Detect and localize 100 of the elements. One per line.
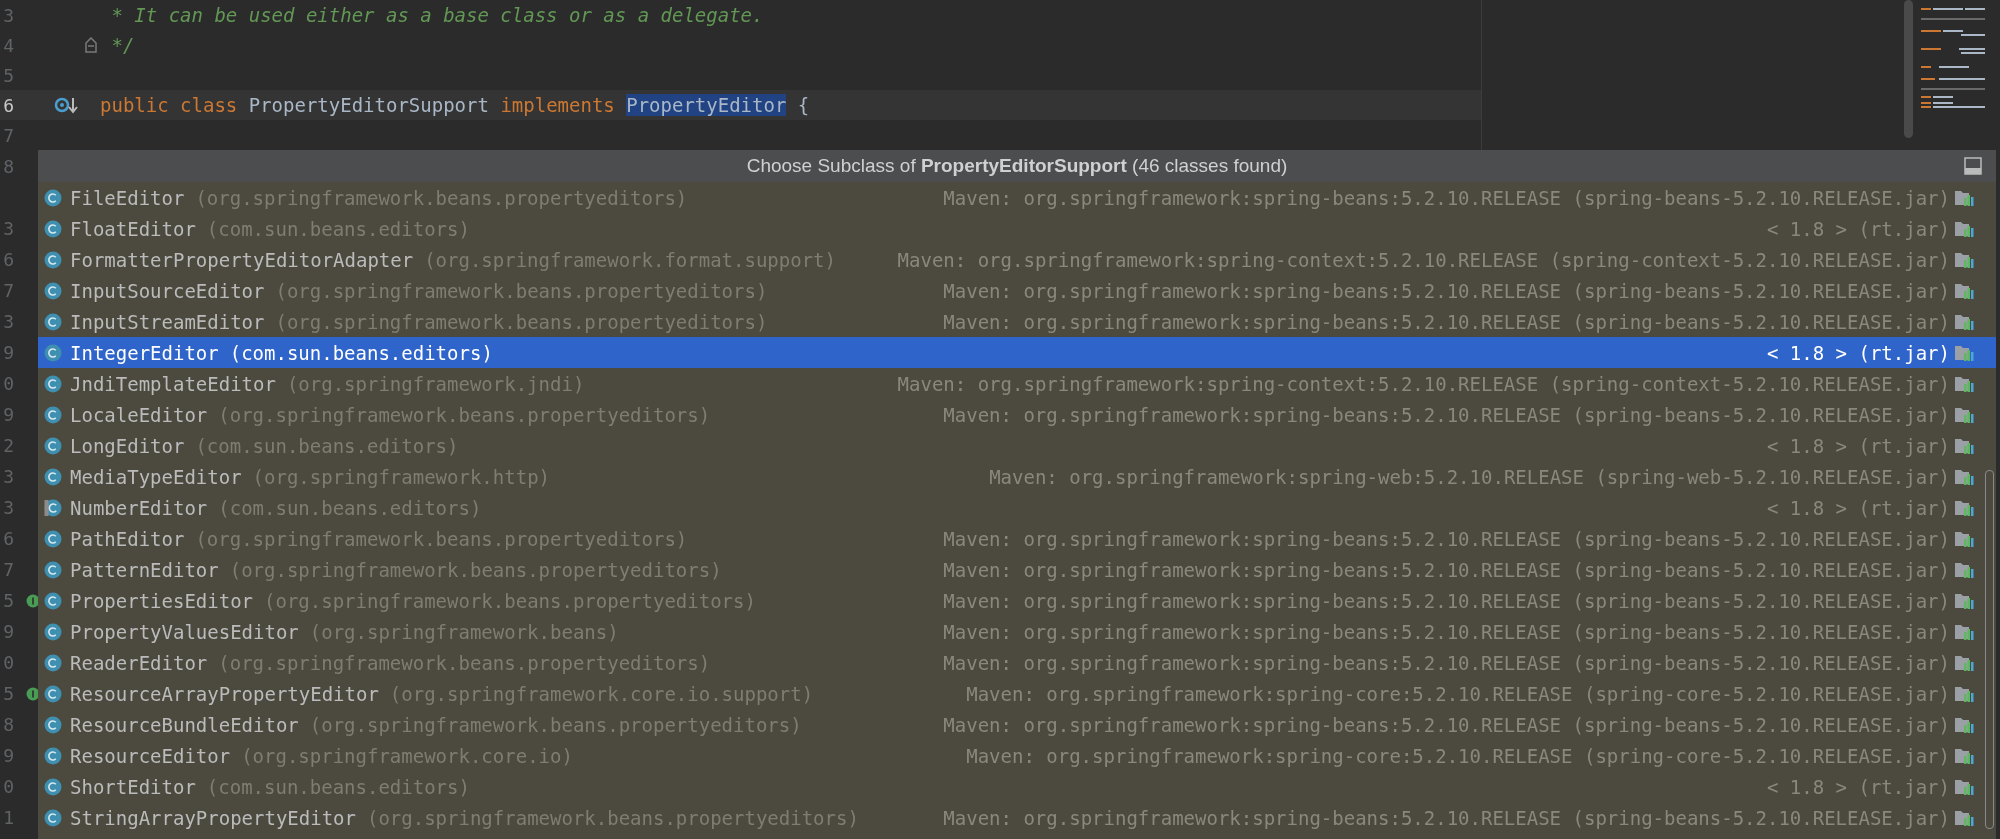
line-number: 3 [2,4,14,26]
class-icon [44,560,62,579]
library-location: Maven: org.springframework:spring-beans:5.2.10.RELEASE (spring-beans-5.2.10.RELEASE.jar) [942,186,1950,209]
circle-arrow-icon[interactable] [54,95,80,115]
class-name: ResourceEditor [70,744,231,767]
library-icon [1954,436,1974,455]
line-number: 6 [3,249,14,270]
line-number: 2 [3,435,14,456]
class-name: LocaleEditor [70,403,208,426]
library-location: Maven: org.springframework:spring-core:5.2.10.RELEASE (spring-core-5.2.10.RELEASE.jar) [965,744,1950,767]
class-icon [44,219,62,238]
library-icon [1954,374,1974,393]
class-icon [44,405,62,424]
class-name: JndiTemplateEditor [70,372,276,395]
library-location: < 1.8 > (rt.jar) [1765,434,1950,457]
class-icon [44,622,62,641]
line-number: 6 [2,94,14,116]
library-icon [1954,591,1974,610]
class-name: PropertyValuesEditor [70,620,299,643]
library-icon [1954,467,1974,486]
scrollbar-thumb[interactable] [1985,470,1994,829]
line-number: 0 [3,373,14,394]
library-location: < 1.8 > (rt.jar) [1765,775,1950,798]
library-location: < 1.8 > (rt.jar) [1765,496,1950,519]
library-icon [1954,746,1974,765]
line-number: 7 [2,124,14,146]
library-location: Maven: org.springframework:spring-context:5.2.10.RELEASE (spring-context-5.2.10.RELEASE.jar) [896,372,1950,395]
library-icon [1954,250,1974,269]
line-number: 9 [3,342,14,363]
library-location: Maven: org.springframework:spring-beans:5.2.10.RELEASE (spring-beans-5.2.10.RELEASE.jar) [942,806,1950,829]
window-icon[interactable] [1964,157,1982,175]
library-location: Maven: org.springframework:spring-context:5.2.10.RELEASE (spring-context-5.2.10.RELEASE.jar) [896,248,1950,271]
class-name: ShortEditor [70,775,196,798]
line-number: 9 [3,404,14,425]
library-icon [1954,405,1974,424]
library-icon [1954,219,1974,238]
scrollbar-thumb[interactable] [1904,0,1913,138]
class-name: InputSourceEditor [70,279,265,302]
library-icon [1954,653,1974,672]
library-icon [1954,188,1974,207]
library-location: Maven: org.springframework:spring-beans:5.2.10.RELEASE (spring-beans-5.2.10.RELEASE.jar) [942,279,1950,302]
fold-icon[interactable] [85,37,97,53]
library-location: Maven: org.springframework:spring-beans:5.2.10.RELEASE (spring-beans-5.2.10.RELEASE.jar) [942,589,1950,612]
library-location: Maven: org.springframework:spring-beans:5.2.10.RELEASE (spring-beans-5.2.10.RELEASE.jar) [942,620,1950,643]
library-icon [1954,312,1974,331]
interface-marker-icon[interactable] [26,593,40,608]
code-line: public class PropertyEditorSupport implements PropertyEditor { [100,94,810,116]
class-name: FormatterPropertyEditorAdapter [70,248,414,271]
class-icon [44,374,62,393]
class-name: StringArrayPropertyEditor [70,806,356,829]
class-name: LongEditor [70,434,185,457]
library-location: Maven: org.springframework:spring-beans:5.2.10.RELEASE (spring-beans-5.2.10.RELEASE.jar) [942,651,1950,674]
class-name: NumberEditor [70,496,208,519]
class-name: MediaTypeEditor [70,465,242,488]
library-location: Maven: org.springframework:spring-beans:5.2.10.RELEASE (spring-beans-5.2.10.RELEASE.jar) [942,310,1950,333]
library-location: Maven: org.springframework:spring-core:5.2.10.RELEASE (spring-core-5.2.10.RELEASE.jar) [965,682,1950,705]
class-icon [44,343,62,362]
class-name: IntegerEditor [70,341,219,364]
line-number: 3 [3,466,14,487]
class-name: FloatEditor [70,217,196,240]
line-number: 3 [3,497,14,518]
line-number: 5 [3,683,14,704]
library-icon [1954,715,1974,734]
line-number: 0 [3,652,14,673]
package-name: (com.sun.beans.editors) [229,341,493,364]
line-number: 3 [3,218,14,239]
class-icon [44,529,62,548]
line-number: 3 [3,311,14,332]
library-location: Maven: org.springframework:spring-beans:5.2.10.RELEASE (spring-beans-5.2.10.RELEASE.jar) [942,713,1950,736]
library-icon [1954,622,1974,641]
line-number: 1 [3,807,14,828]
class-icon [44,808,62,827]
interface-marker-icon[interactable] [26,686,40,701]
line-number: 9 [3,745,14,766]
class-name: PathEditor [70,527,185,550]
class-icon [44,312,62,331]
class-list-row[interactable]: IntegerEditor (com.sun.beans.editors) < 1.8 > (rt.jar) [38,337,1996,368]
line-number: 7 [3,559,14,580]
library-icon [1954,343,1974,362]
library-icon [1954,777,1974,796]
library-icon [1954,498,1974,517]
class-icon [44,777,62,796]
code-line: */ [110,34,135,56]
class-name: ReaderEditor [70,651,208,674]
class-icon [44,746,62,765]
line-number: 8 [3,155,14,177]
line-number: 6 [3,528,14,549]
class-icon [44,188,62,207]
line-number: 0 [3,776,14,797]
class-icon [44,684,62,703]
class-name: PatternEditor [70,558,219,581]
line-number: 8 [3,714,14,735]
class-name: ResourceBundleEditor [70,713,299,736]
library-icon [1954,684,1974,703]
library-location: Maven: org.springframework:spring-beans:5.2.10.RELEASE (spring-beans-5.2.10.RELEASE.jar) [942,527,1950,550]
class-name: PropertiesEditor [70,589,254,612]
class-icon [44,436,62,455]
class-icon [44,653,62,672]
class-name: FileEditor [70,186,185,209]
library-icon [1954,529,1974,548]
